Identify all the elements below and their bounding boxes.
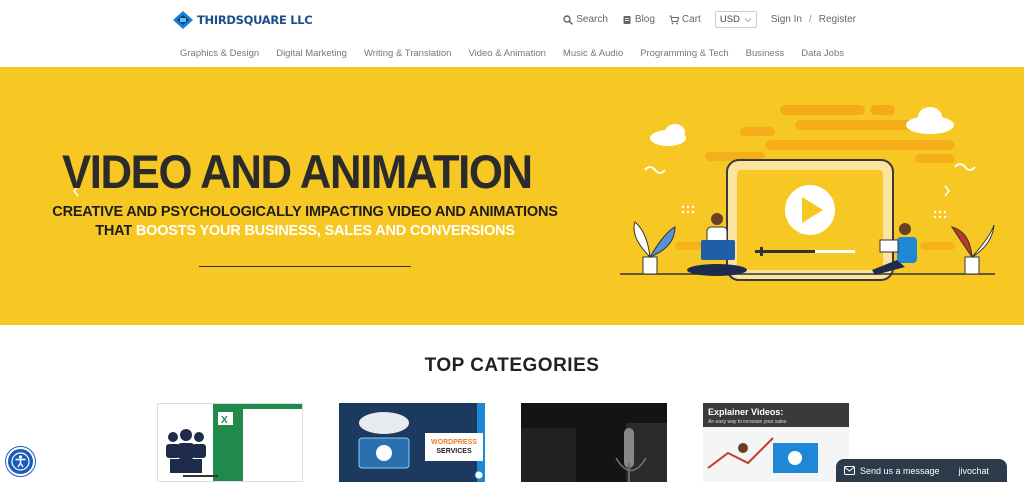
accessibility-button[interactable] xyxy=(6,447,35,476)
category-card-data-entry[interactable]: X Excel Data Entry Services xyxy=(157,403,303,482)
register-link[interactable]: Register xyxy=(819,14,856,25)
card-text-explainer: Explainer Videos: xyxy=(708,407,784,417)
data-entry-image: X xyxy=(166,404,302,481)
currency-value: USD xyxy=(719,14,740,25)
svg-text:X: X xyxy=(221,415,228,426)
chat-brand: jivochat xyxy=(958,465,989,476)
section-title-top-categories: TOP CATEGORIES xyxy=(424,355,600,376)
nav-business[interactable]: Business xyxy=(746,48,785,59)
card-text-explainer-sub: An easy way to increase your sales xyxy=(708,419,787,425)
nav-music-audio[interactable]: Music & Audio xyxy=(563,48,623,59)
auth-separator: / xyxy=(808,14,812,25)
category-card-music-audio[interactable] xyxy=(521,403,667,482)
category-nav: Graphics & Design Digital Marketing Writ… xyxy=(0,40,1024,67)
category-card-wordpress[interactable]: WORDPRESS SERVICES xyxy=(339,403,485,482)
logo-text: THIRDSQUARE LLC xyxy=(197,13,313,27)
category-card-explainer-videos[interactable]: Explainer Videos: An easy way to increas… xyxy=(703,403,849,482)
top-links: Search Blog Cart USD Sign In / Register xyxy=(563,11,856,28)
wordpress-badge: WORDPRESS SERVICES xyxy=(425,433,483,461)
signin-link[interactable]: Sign In xyxy=(771,14,802,25)
card-text-services: Services xyxy=(258,463,276,468)
hero-title: VIDEO AND ANIMATION xyxy=(62,145,533,198)
nav-video-animation[interactable]: Video & Animation xyxy=(468,48,545,59)
nav-graphics-design[interactable]: Graphics & Design xyxy=(180,48,259,59)
logo-icon xyxy=(173,11,193,29)
currency-select[interactable]: USD xyxy=(714,11,757,28)
blog-label: Blog xyxy=(634,14,655,25)
card-text-wordpress: WORDPRESS xyxy=(431,439,477,446)
cart-link[interactable]: Cart xyxy=(669,14,701,25)
hero-subtitle-line1: CREATIVE AND PSYCHOLOGICALLY IMPACTING V… xyxy=(52,204,558,220)
search-label: Search xyxy=(576,14,608,25)
chevron-down-icon xyxy=(744,17,752,22)
chat-label: Send us a message xyxy=(860,465,940,476)
blog-icon xyxy=(623,15,631,24)
card-text-wp-services: SERVICES xyxy=(436,448,472,455)
card-text-data-entry: Data Entry xyxy=(254,455,276,460)
cart-icon xyxy=(669,15,679,24)
video-illustration xyxy=(620,105,995,281)
search-link[interactable]: Search xyxy=(563,14,608,25)
hero-divider xyxy=(199,266,411,267)
message-icon xyxy=(844,466,855,475)
microphone-image xyxy=(521,403,667,482)
blog-link[interactable]: Blog xyxy=(622,14,655,25)
hero-subtitle-prefix: THAT xyxy=(95,223,136,239)
nav-writing-translation[interactable]: Writing & Translation xyxy=(364,48,451,59)
nav-programming-tech[interactable]: Programming & Tech xyxy=(640,48,729,59)
cart-label: Cart xyxy=(681,14,701,25)
hero-subtitle-highlight: BOOSTS YOUR BUSINESS, SALES AND CONVERSI… xyxy=(135,223,515,239)
search-icon xyxy=(563,14,574,25)
hero-banner: VIDEO AND ANIMATION CREATIVE AND PSYCHOL… xyxy=(0,67,1024,325)
nav-data-jobs[interactable]: Data Jobs xyxy=(801,48,844,59)
hero-subtitle-line2: THAT BOOSTS YOUR BUSINESS, SALES AND CON… xyxy=(0,223,610,239)
nav-digital-marketing[interactable]: Digital Marketing xyxy=(276,48,347,59)
chat-widget[interactable]: Send us a message jivochat xyxy=(836,459,1007,482)
top-header: THIRDSQUARE LLC Search Blog Cart USD Sig… xyxy=(0,0,1024,40)
site-logo[interactable]: THIRDSQUARE LLC xyxy=(172,10,313,30)
card-text-excel: Excel xyxy=(250,442,265,448)
accessibility-icon xyxy=(11,452,30,471)
